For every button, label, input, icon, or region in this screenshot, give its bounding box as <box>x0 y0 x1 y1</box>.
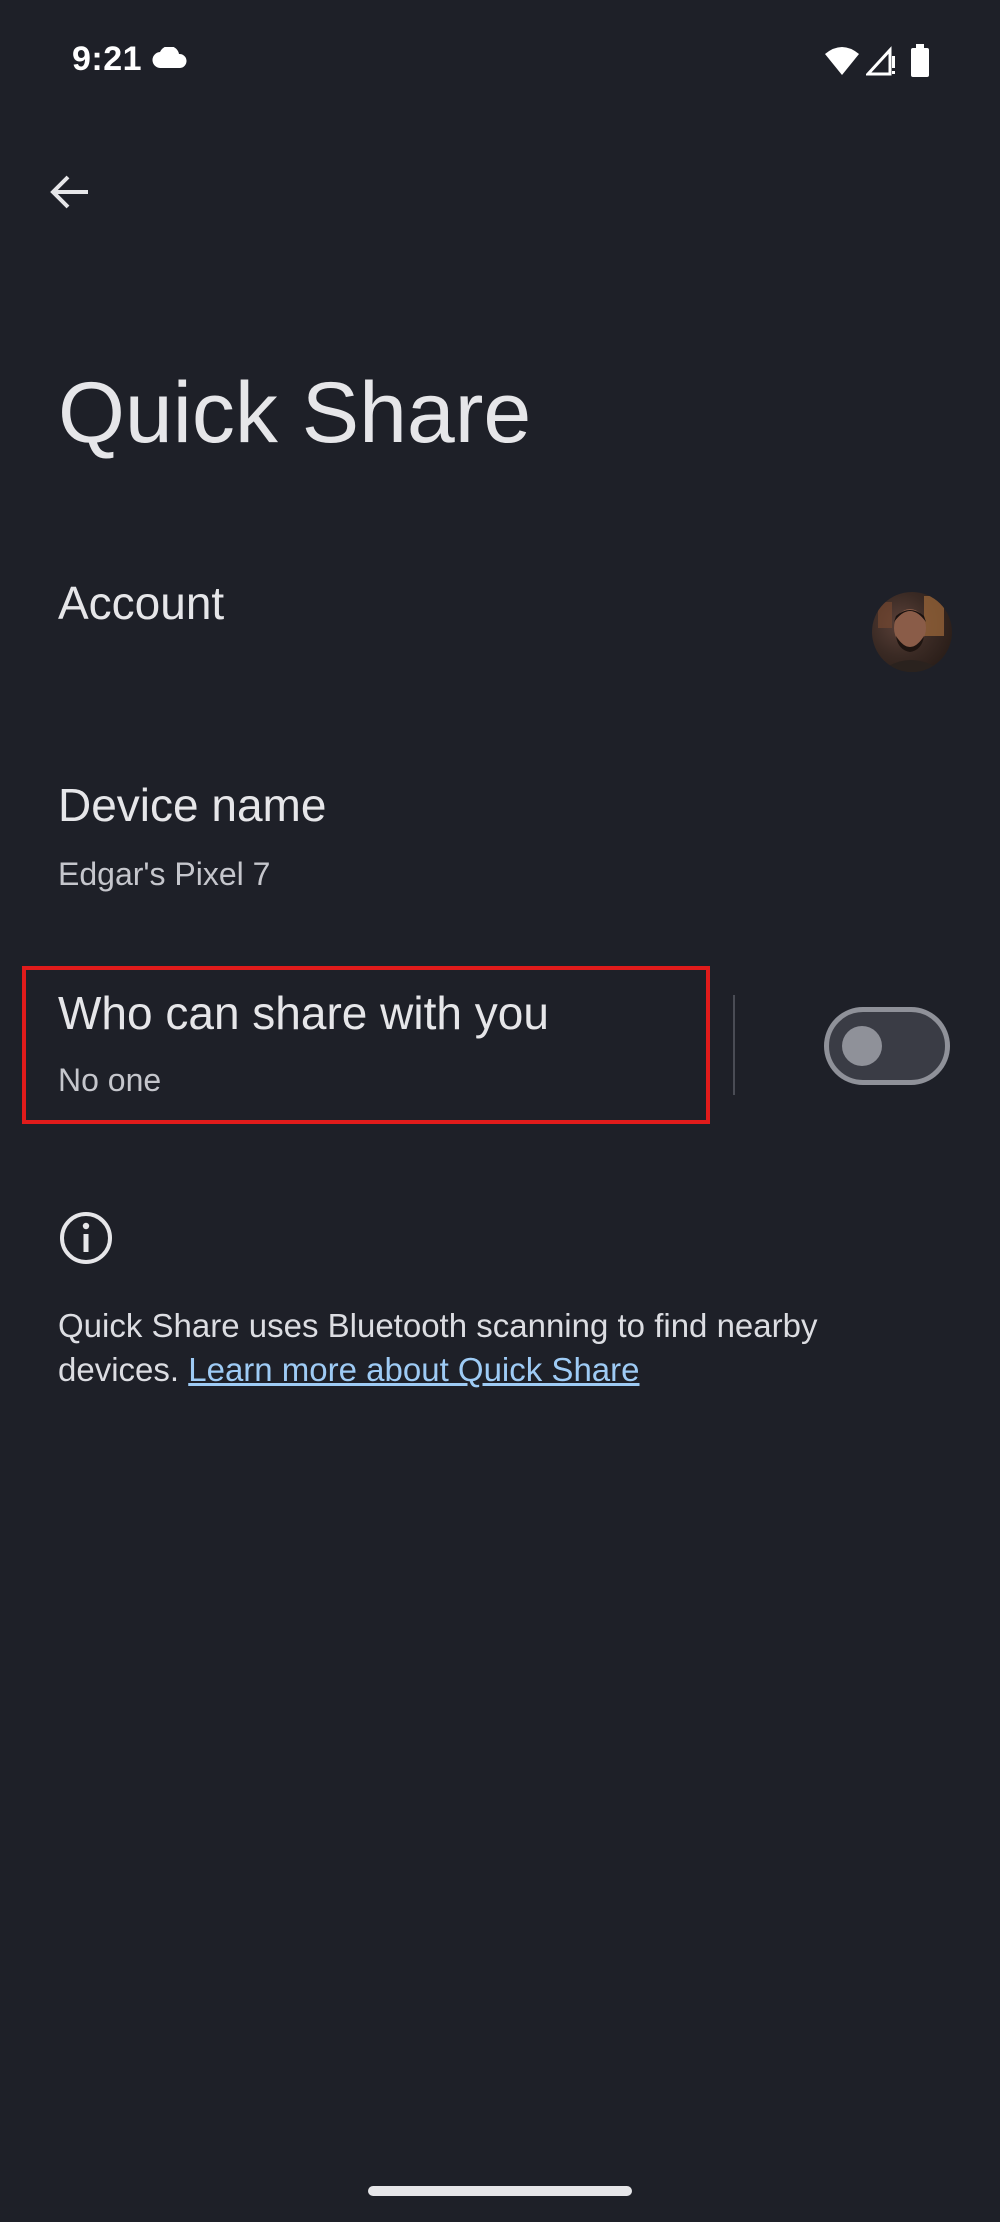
avatar-photo <box>878 596 944 672</box>
account-label: Account <box>58 577 225 629</box>
device-name-row[interactable]: Device name Edgar's Pixel 7 <box>0 770 1000 910</box>
wifi-icon <box>825 47 859 75</box>
device-name-value: Edgar's Pixel 7 <box>58 856 271 892</box>
home-indicator[interactable] <box>368 2186 632 2196</box>
cloud-icon <box>152 47 187 69</box>
learn-more-link[interactable]: Learn more about Quick Share <box>188 1351 639 1388</box>
who-can-share-value: No one <box>58 1062 162 1098</box>
battery-icon <box>911 44 929 77</box>
avatar[interactable] <box>872 592 952 672</box>
account-row[interactable]: Account <box>0 560 1000 700</box>
info-text: Quick Share uses Bluetooth scanning to f… <box>58 1304 938 1392</box>
page-title: Quick Share <box>58 365 532 461</box>
signal-icon <box>866 46 895 76</box>
info-icon <box>60 1212 112 1264</box>
who-can-share-toggle[interactable] <box>824 1007 950 1085</box>
status-bar: 9:21 <box>0 0 1000 120</box>
arrow-back-icon <box>50 175 88 209</box>
row-divider <box>733 995 735 1095</box>
who-can-share-label: Who can share with you <box>58 987 549 1039</box>
toggle-knob <box>842 1026 882 1066</box>
back-button[interactable] <box>40 162 100 222</box>
status-time: 9:21 <box>72 40 143 78</box>
device-name-label: Device name <box>58 779 327 831</box>
